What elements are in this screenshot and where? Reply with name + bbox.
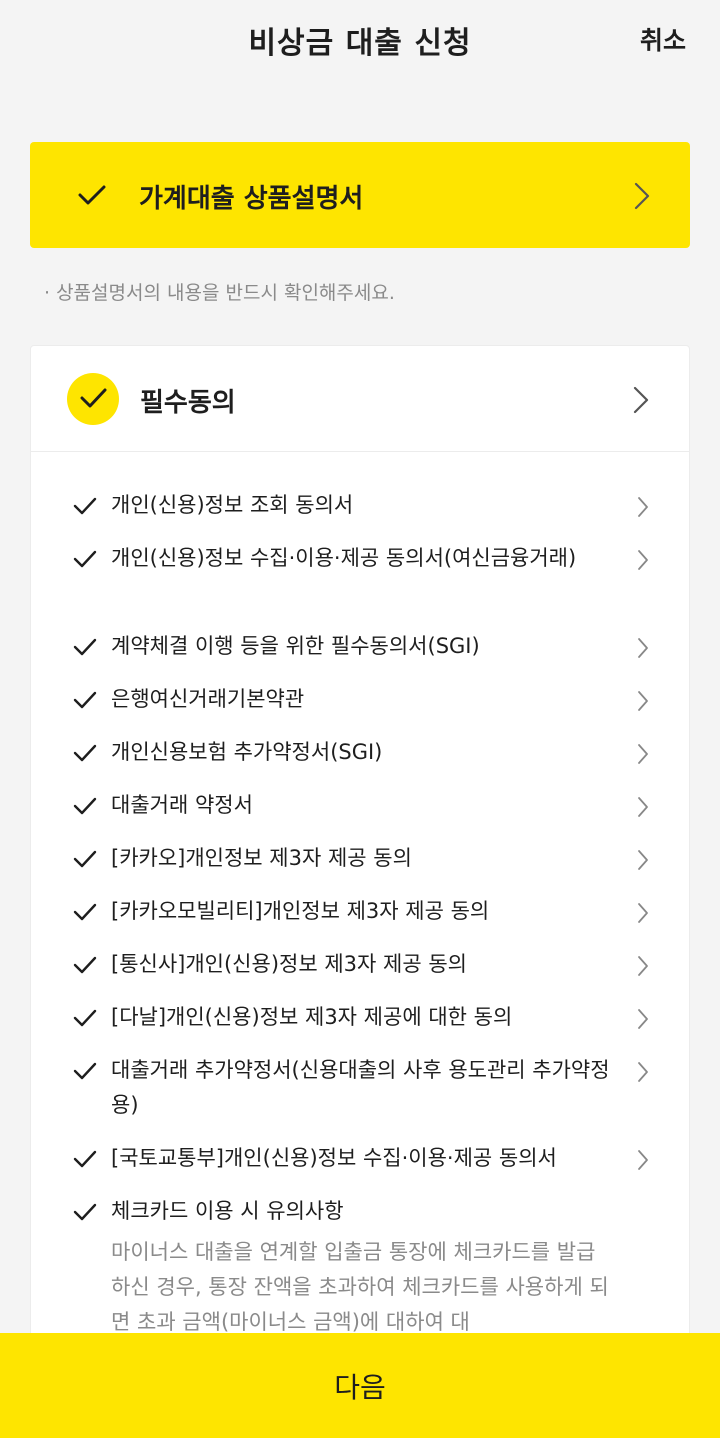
check-icon [73, 638, 97, 656]
agreement-item-label: 개인신용보험 추가약정서(SGI) [111, 740, 383, 764]
check-icon [73, 550, 97, 568]
header: 비상금 대출 신청 취소 [0, 0, 720, 80]
agreement-item-label: [국토교통부]개인(신용)정보 수집·이용·제공 동의서 [111, 1146, 557, 1170]
agreement-item-label: 개인(신용)정보 수집·이용·제공 동의서(여신금융거래) [111, 546, 577, 570]
chevron-right-icon [638, 744, 648, 764]
agreement-item-label: [카카오]개인정보 제3자 제공 동의 [111, 846, 412, 870]
agreement-item[interactable]: [국토교통부]개인(신용)정보 수집·이용·제공 동의서 [31, 1146, 691, 1182]
chevron-right-icon [638, 797, 648, 817]
required-agreement-title: 필수동의 [140, 388, 236, 418]
chevron-right-icon [638, 550, 648, 570]
chevron-right-icon [634, 182, 650, 210]
chevron-right-icon [638, 1062, 648, 1082]
chevron-right-icon [638, 850, 648, 870]
check-icon [73, 1203, 97, 1221]
checkcard-notice-text: 마이너스 대출을 연계할 입출금 통장에 체크카드를 발급하신 경우, 통장 잔… [111, 1240, 609, 1334]
agreement-item-label: 계약체결 이행 등을 위한 필수동의서(SGI) [111, 634, 480, 658]
agreement-item-label: 은행여신거래기본약관 [111, 687, 305, 711]
agreement-item[interactable]: 계약체결 이행 등을 위한 필수동의서(SGI) [31, 634, 691, 670]
chevron-right-icon [638, 497, 648, 517]
product-note: · 상품설명서의 내용을 반드시 확인해주세요. [44, 282, 395, 304]
page-title: 비상금 대출 신청 [248, 26, 472, 61]
chevron-right-icon [638, 956, 648, 976]
check-icon [73, 1062, 97, 1080]
agreement-item[interactable]: 은행여신거래기본약관 [31, 687, 691, 723]
agreement-item-label: 개인(신용)정보 조회 동의서 [111, 493, 354, 517]
check-icon [78, 185, 106, 205]
check-icon [80, 388, 107, 408]
agreement-item[interactable]: 개인(신용)정보 조회 동의서 [31, 493, 691, 529]
check-icon [73, 691, 97, 709]
chevron-right-icon [638, 1009, 648, 1029]
chevron-right-icon [638, 691, 648, 711]
agreement-item-label: [다날]개인(신용)정보 제3자 제공에 대한 동의 [111, 1005, 513, 1029]
agreement-item[interactable]: 대출거래 약정서 [31, 793, 691, 829]
required-agreement-header[interactable]: 필수동의 [31, 346, 689, 452]
agreement-item[interactable]: [통신사]개인(신용)정보 제3자 제공 동의 [31, 952, 691, 988]
agreement-item[interactable]: [카카오모빌리티]개인정보 제3자 제공 동의 [31, 899, 691, 935]
check-icon [73, 1009, 97, 1027]
check-icon [73, 744, 97, 762]
next-button[interactable]: 다음 [0, 1333, 720, 1438]
agreement-item-label: [통신사]개인(신용)정보 제3자 제공 동의 [111, 952, 467, 976]
chevron-right-icon [638, 638, 648, 658]
agreement-item-label: [카카오모빌리티]개인정보 제3자 제공 동의 [111, 899, 490, 923]
chevron-right-icon [638, 1150, 648, 1170]
check-circle-icon [67, 373, 119, 425]
product-description-label: 가계대출 상품설명서 [139, 184, 364, 214]
agreement-item[interactable]: [다날]개인(신용)정보 제3자 제공에 대한 동의 [31, 1005, 691, 1041]
check-icon [73, 903, 97, 921]
check-icon [73, 497, 97, 515]
cancel-button[interactable]: 취소 [640, 21, 686, 57]
agreement-item-label: 대출거래 추가약정서(신용대출의 사후 용도관리 추가약정용) [111, 1058, 610, 1117]
agreement-item[interactable]: 체크카드 이용 시 유의사항 [31, 1199, 691, 1235]
check-icon [73, 850, 97, 868]
product-description-card[interactable]: 가계대출 상품설명서 [30, 142, 690, 248]
agreement-item[interactable]: 대출거래 추가약정서(신용대출의 사후 용도관리 추가약정용) [31, 1058, 691, 1129]
chevron-right-icon [638, 903, 648, 923]
chevron-right-icon [633, 386, 649, 414]
agreement-item[interactable]: 개인(신용)정보 수집·이용·제공 동의서(여신금융거래) [31, 546, 691, 617]
agreement-item-label: 체크카드 이용 시 유의사항 [111, 1199, 344, 1223]
check-icon [73, 956, 97, 974]
agreement-item[interactable]: 개인신용보험 추가약정서(SGI) [31, 740, 691, 776]
required-agreement-card: 필수동의 개인(신용)정보 조회 동의서 개인(신용)정보 수집·이용·제공 동… [30, 345, 690, 1438]
check-icon [73, 797, 97, 815]
agreement-item[interactable]: [카카오]개인정보 제3자 제공 동의 [31, 846, 691, 882]
agreement-item-label: 대출거래 약정서 [111, 793, 253, 817]
check-icon [73, 1150, 97, 1168]
